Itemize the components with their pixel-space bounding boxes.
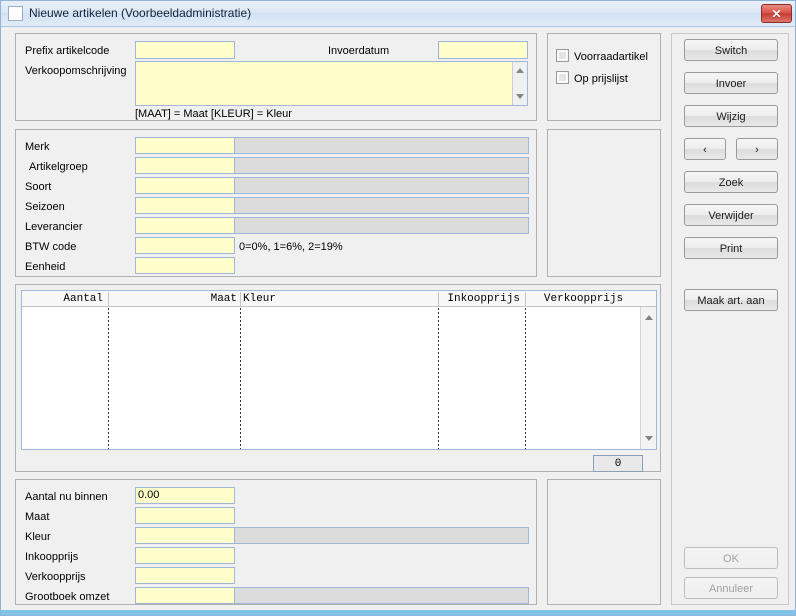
window-title: Nieuwe artikelen (Voorbeeldadministratie… [29,6,252,20]
eenheid-input[interactable] [135,257,235,274]
status-bar [1,610,795,615]
seizoen-description [234,197,529,214]
kleur-description [234,527,529,544]
placeholder-hint: [MAAT] = Maat [KLEUR] = Kleur [135,108,292,120]
grootboek-omzet-input[interactable] [135,587,235,604]
maat-label: Maat [25,511,50,523]
options-panel: Voorraadartikel Op prijslijst [547,33,661,121]
grid-header-aantal[interactable]: Aantal [22,291,108,307]
merk-label: Merk [25,141,50,153]
title-bar: Nieuwe artikelen (Voorbeeldadministratie… [1,1,795,27]
seizoen-label: Seizoen [25,201,65,213]
verkoopomschrijving-label: Verkoopomschrijving [25,65,127,77]
soort-label: Soort [25,181,52,193]
verkoopprijs-label: Verkoopprijs [25,571,86,583]
stock-entry-panel: Aantal nu binnen 0.00 Maat Kleur Inkoopp… [15,479,537,605]
verkoopomschrijving-input[interactable] [135,61,528,106]
preview-panel [547,129,661,277]
inkoopprijs-input[interactable] [135,547,235,564]
scroll-down-icon[interactable] [516,94,524,99]
verkoopprijs-input[interactable] [135,567,235,584]
article-detail-panel: Merk Artikelgroep Soort Seizoen Leveranc… [15,129,537,277]
checkbox-voorraadartikel[interactable] [556,49,569,62]
leverancier-input[interactable] [135,217,235,234]
print-button[interactable]: Print [684,237,778,259]
seizoen-input[interactable] [135,197,235,214]
previous-record-button[interactable]: ‹ [684,138,726,160]
ok-button[interactable]: OK [684,547,778,569]
annuleer-button[interactable]: Annuleer [684,577,778,599]
grid-header-verkoopprijs[interactable]: Verkoopprijs [526,291,641,307]
scroll-up-icon[interactable] [644,315,653,320]
aantal-nu-binnen-input[interactable]: 0.00 [135,487,235,504]
eenheid-label: Eenheid [25,261,66,273]
invoerdatum-input[interactable] [438,41,528,59]
kleur-input[interactable] [135,527,235,544]
application-window: Nieuwe artikelen (Voorbeeldadministratie… [0,0,796,616]
line-counter: 0 [593,455,643,472]
btw-code-label: BTW code [25,241,77,253]
grid-column-divider [438,308,439,449]
grid-header-maat[interactable]: Maat [109,291,240,307]
btw-code-input[interactable] [135,237,235,254]
stock-preview-panel [547,479,661,605]
grootboek-omzet-label: Grootboek omzet [25,591,110,603]
grootboek-omzet-description [234,587,529,604]
prefix-input[interactable] [135,41,235,59]
maak-artikel-aan-button[interactable]: Maak art. aan [684,289,778,311]
checkbox-op-prijslijst-label: Op prijslijst [574,73,628,85]
zoek-button[interactable]: Zoek [684,171,778,193]
grid-column-divider [108,308,109,449]
checkbox-op-prijslijst[interactable] [556,71,569,84]
grid-header-inkoopprijs[interactable]: Inkoopprijs [439,291,525,307]
merk-input[interactable] [135,137,235,154]
invoer-button[interactable]: Invoer [684,72,778,94]
grid-column-divider [525,308,526,449]
grid-column-divider [240,308,241,449]
article-header-panel: Prefix artikelcode Invoerdatum Verkoopom… [15,33,537,121]
leverancier-description [234,217,529,234]
close-icon: ✕ [771,7,782,21]
article-lines-grid[interactable]: Aantal Maat Kleur Inkoopprijs Verkooppri… [21,290,657,450]
action-button-panel: Switch Invoer Wijzig ‹ › Zoek Verwijder … [671,33,789,605]
next-record-button[interactable]: › [736,138,778,160]
artikelgroep-input[interactable] [135,157,235,174]
prefix-label: Prefix artikelcode [25,45,110,57]
grid-header-kleur[interactable]: Kleur [243,291,438,307]
grid-header-row: Aantal Maat Kleur Inkoopprijs Verkooppri… [22,291,656,307]
switch-button[interactable]: Switch [684,39,778,61]
grid-scrollbar[interactable] [640,307,656,449]
description-scrollbar[interactable] [512,62,527,105]
article-lines-panel: Aantal Maat Kleur Inkoopprijs Verkooppri… [15,284,661,472]
scroll-up-icon[interactable] [516,68,524,73]
grid-header-separator [240,292,241,306]
aantal-nu-binnen-label: Aantal nu binnen [25,491,108,503]
inkoopprijs-label: Inkoopprijs [25,551,79,563]
merk-description [234,137,529,154]
soort-description [234,177,529,194]
maat-input[interactable] [135,507,235,524]
leverancier-label: Leverancier [25,221,83,233]
wijzig-button[interactable]: Wijzig [684,105,778,127]
btw-code-hint: 0=0%, 1=6%, 2=19% [239,241,343,253]
artikelgroep-label: Artikelgroep [29,161,88,173]
verwijder-button[interactable]: Verwijder [684,204,778,226]
soort-input[interactable] [135,177,235,194]
kleur-label: Kleur [25,531,51,543]
invoerdatum-label: Invoerdatum [328,45,390,57]
scroll-down-icon[interactable] [644,436,653,441]
window-icon [8,6,23,21]
artikelgroep-description [234,157,529,174]
checkbox-voorraadartikel-label: Voorraadartikel [574,51,648,63]
close-button[interactable]: ✕ [761,4,792,23]
